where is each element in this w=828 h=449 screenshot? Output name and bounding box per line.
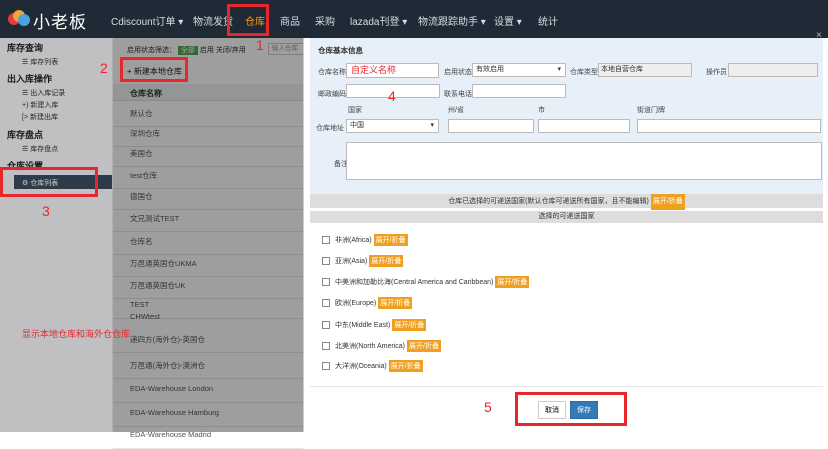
logo-icon xyxy=(8,10,30,26)
street-input[interactable] xyxy=(637,119,821,133)
address-label: 仓库地址 xyxy=(316,125,344,132)
modal-title: 仓库基本信息 xyxy=(318,46,363,55)
continent-label: 大洋洲(Oceania) xyxy=(335,363,387,370)
type-label: 仓库类型 xyxy=(570,69,598,76)
annotation-2: 2 xyxy=(100,60,108,76)
annotation-5: 5 xyxy=(484,399,492,415)
operator-label: 操作员 xyxy=(706,69,727,76)
status-select-value: 有效启用 xyxy=(476,66,504,73)
checkbox[interactable] xyxy=(322,342,330,351)
nav-purchase[interactable]: 采购 xyxy=(315,13,335,28)
continent-item[interactable]: 中东(Middle East) 展开/折叠 xyxy=(322,319,427,331)
name-label: 仓库名称 xyxy=(318,69,346,76)
nav-settings[interactable]: 设置 ▾ xyxy=(494,13,522,28)
checkbox[interactable] xyxy=(322,362,330,371)
expand-toggle[interactable]: 展开/折叠 xyxy=(650,194,685,210)
nav-lazada[interactable]: lazada刊登 ▾ xyxy=(350,13,407,28)
zip-label: 邮政编码 xyxy=(318,91,346,98)
expand-toggle[interactable]: 展开/折叠 xyxy=(392,319,427,331)
top-nav: 小老板 Cdiscount订单 ▾ 物流发货 仓库 商品 采购 lazada刊登… xyxy=(0,0,828,38)
annotation-3: 3 xyxy=(42,203,50,219)
modal-header: 仓库基本信息 xyxy=(310,38,823,60)
continent-label: 中美洲和加勒比海(Central America and Caribbean) xyxy=(335,279,494,286)
continent-item[interactable]: 北美洲(North America) 展开/折叠 xyxy=(322,340,441,352)
deliverable-header: 仓库已选择的可递送国家(默认仓库可递送所有国家，且不能编辑) 展开/折叠 xyxy=(310,194,823,210)
expand-toggle[interactable]: 展开/折叠 xyxy=(495,276,530,288)
nav-cdiscount[interactable]: Cdiscount订单 ▾ xyxy=(111,13,183,28)
phone-label: 联系电话 xyxy=(444,91,472,98)
warehouse-name-input[interactable]: 自定义名称 xyxy=(346,63,439,78)
nav-tracking[interactable]: 物流跟踪助手 ▾ xyxy=(418,13,486,28)
chevron-down-icon: ▾ xyxy=(557,66,561,73)
country-col-label: 国家 xyxy=(348,107,362,114)
continent-label: 亚洲(Asia) xyxy=(335,258,368,265)
operator-field xyxy=(728,63,818,77)
country-select-value: 中国 xyxy=(350,122,364,129)
state-col-label: 州/省 xyxy=(448,107,464,114)
close-icon[interactable]: × xyxy=(816,30,822,41)
checkbox[interactable] xyxy=(322,257,330,266)
expand-toggle[interactable]: 展开/折叠 xyxy=(388,360,423,372)
continent-item[interactable]: 亚洲(Asia) 展开/折叠 xyxy=(322,255,404,267)
phone-input[interactable] xyxy=(472,84,566,98)
checkbox[interactable] xyxy=(322,236,330,245)
remark-textarea[interactable] xyxy=(346,142,822,180)
sidebar-backdrop xyxy=(0,38,113,432)
checkbox[interactable] xyxy=(322,321,330,330)
expand-toggle[interactable]: 展开/折叠 xyxy=(373,234,408,246)
checkbox[interactable] xyxy=(322,278,330,287)
country-select[interactable]: 中国 ▾ xyxy=(346,119,439,133)
continent-item[interactable]: 非洲(Africa) 展开/折叠 xyxy=(322,234,408,246)
status-select[interactable]: 有效启用 ▾ xyxy=(472,63,566,77)
street-col-label: 街道门牌 xyxy=(637,107,665,114)
nav-products[interactable]: 商品 xyxy=(280,13,300,28)
logo-text: 小老板 xyxy=(33,13,87,32)
city-col-label: 市 xyxy=(538,107,545,114)
annotation-1: 1 xyxy=(256,37,264,53)
continent-item[interactable]: 大洋洲(Oceania) 展开/折叠 xyxy=(322,360,423,372)
highlight-box-3 xyxy=(0,167,98,197)
continent-item[interactable]: 中美洲和加勒比海(Central America and Caribbean) 展… xyxy=(322,276,530,288)
warehouse-modal: 仓库基本信息 × 仓库名称 自定义名称 启用状态 有效启用 ▾ 仓库类型 本地自… xyxy=(303,30,828,432)
highlight-box-5 xyxy=(515,392,627,426)
nav-stats[interactable]: 统计 xyxy=(538,13,558,28)
continent-label: 非洲(Africa) xyxy=(335,237,372,244)
continent-label: 中东(Middle East) xyxy=(335,322,391,329)
city-input[interactable] xyxy=(538,119,630,133)
expand-toggle[interactable]: 展开/折叠 xyxy=(378,297,413,309)
annotation-note: 显示本地仓库和海外仓仓库 xyxy=(22,329,131,339)
continent-label: 欧洲(Europe) xyxy=(335,300,377,307)
state-input[interactable] xyxy=(448,119,534,133)
checkbox[interactable] xyxy=(322,299,330,308)
status-label: 启用状态 xyxy=(444,69,472,76)
continent-item[interactable]: 欧洲(Europe) 展开/折叠 xyxy=(322,297,413,309)
expand-toggle[interactable]: 展开/折叠 xyxy=(369,255,404,267)
expand-toggle[interactable]: 展开/折叠 xyxy=(407,340,441,352)
deliverable-note: 仓库已选择的可递送国家(默认仓库可递送所有国家，且不能编辑) xyxy=(448,198,649,205)
highlight-box-2 xyxy=(120,57,188,82)
modal-backdrop[interactable] xyxy=(113,38,303,432)
caret-down-icon: ▾ xyxy=(430,122,434,129)
highlight-box-1 xyxy=(227,4,269,36)
annotation-4: 4 xyxy=(388,88,396,104)
select-countries-header: 选择的可递送国家 xyxy=(310,211,823,223)
footer-divider xyxy=(310,386,823,387)
continent-label: 北美洲(North America) xyxy=(335,343,406,350)
type-field: 本地自营仓库 xyxy=(598,63,692,77)
